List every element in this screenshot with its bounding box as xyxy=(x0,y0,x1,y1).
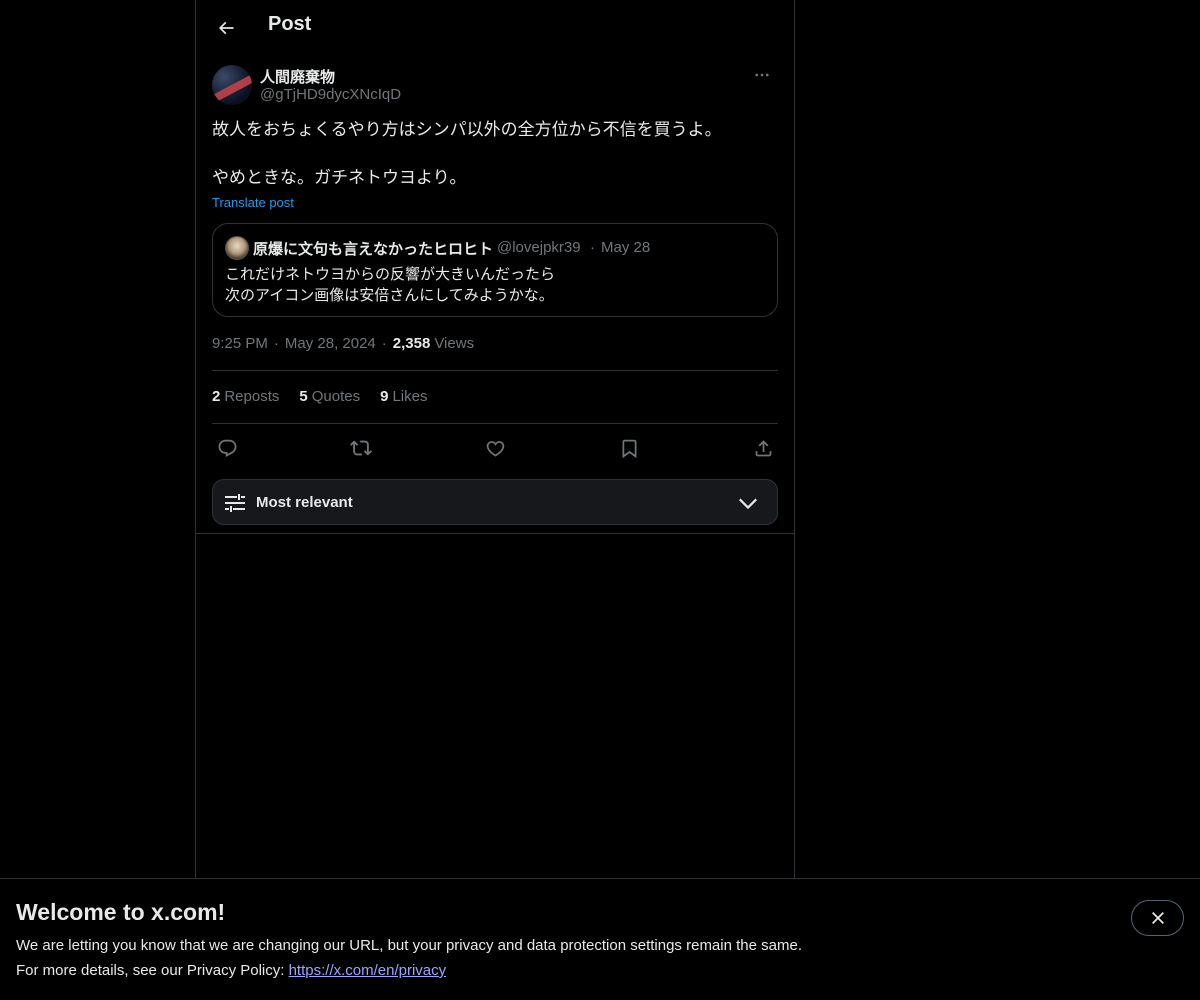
divider xyxy=(196,533,794,534)
sort-label: Most relevant xyxy=(256,494,353,511)
close-banner-button[interactable] xyxy=(1131,900,1184,936)
sort-replies-dropdown[interactable]: Most relevant xyxy=(212,479,778,525)
divider xyxy=(212,423,778,424)
like-button[interactable] xyxy=(479,432,511,464)
post-author: 人間廃棄物 @gTjHD9dycXNcIqD xyxy=(212,64,778,108)
privacy-policy-link[interactable]: https://x.com/en/privacy xyxy=(289,962,447,979)
author-handle[interactable]: @gTjHD9dycXNcIqD xyxy=(260,86,401,103)
post-time[interactable]: 9:25 PM xyxy=(212,335,268,352)
reposts-stat[interactable]: 2 Reposts xyxy=(212,388,279,405)
post-actions xyxy=(212,432,778,464)
translate-post-link[interactable]: Translate post xyxy=(212,195,294,210)
reposts-label: Reposts xyxy=(224,388,280,405)
likes-count: 9 xyxy=(380,388,389,405)
quotes-count: 5 xyxy=(299,388,308,405)
more-options-button[interactable] xyxy=(746,64,778,86)
welcome-banner: Welcome to x.com! We are letting you kno… xyxy=(0,878,1200,1000)
sliders-icon xyxy=(225,494,245,512)
reply-button[interactable] xyxy=(211,432,243,464)
reposts-count: 2 xyxy=(212,388,221,405)
reply-icon xyxy=(218,439,236,457)
like-icon xyxy=(486,440,504,457)
avatar[interactable] xyxy=(212,65,252,105)
banner-privacy-line: For more details, see our Privacy Policy… xyxy=(16,962,446,979)
quoted-separator: · xyxy=(590,239,595,256)
repost-button[interactable] xyxy=(345,432,377,464)
views-count: 2,358 xyxy=(392,335,431,352)
more-icon xyxy=(755,73,769,77)
quotes-stat[interactable]: 5 Quotes xyxy=(299,388,360,405)
meta-separator: · xyxy=(273,335,279,352)
quoted-handle: @lovejpkr39 xyxy=(497,239,581,256)
quoted-avatar xyxy=(225,236,249,260)
banner-title: Welcome to x.com! xyxy=(16,899,226,925)
share-button[interactable] xyxy=(747,432,779,464)
bookmark-icon xyxy=(622,439,636,458)
post-text: 故人をおちょくるやり方はシンパ以外の全方位から不信を買うよ。 やめときな。ガチネ… xyxy=(212,120,722,187)
quoted-text: これだけネトウヨからの反響が大きいんだったら 次のアイコン画像は安倍さんにしてみ… xyxy=(225,266,556,304)
likes-stat[interactable]: 9 Likes xyxy=(380,388,427,405)
banner-privacy-prefix: For more details, see our Privacy Policy… xyxy=(16,962,289,979)
post-column: Post 人間廃棄物 @gTjHD9dycXNcIqD 故人をおちょくるやり方は… xyxy=(195,0,795,880)
chevron-down-icon xyxy=(738,498,758,510)
repost-icon xyxy=(350,440,372,456)
author-display-name[interactable]: 人間廃棄物 xyxy=(260,66,335,87)
post-date[interactable]: May 28, 2024 xyxy=(285,335,376,352)
share-icon xyxy=(755,439,771,456)
quoted-date: May 28 xyxy=(601,239,651,256)
post-meta: 9:25 PM · May 28, 2024 · 2,358 Views xyxy=(212,335,474,352)
back-button[interactable] xyxy=(208,10,244,46)
bookmark-button[interactable] xyxy=(613,432,645,464)
meta-separator: · xyxy=(381,335,387,352)
post-header: Post xyxy=(196,0,794,55)
quotes-label: Quotes xyxy=(311,388,361,405)
banner-message: We are letting you know that we are chan… xyxy=(16,937,802,954)
views-label: Views xyxy=(434,335,475,352)
quoted-post[interactable]: 原爆に文句も言えなかったヒロヒト @lovejpkr39 · May 28 これ… xyxy=(212,223,778,317)
arrow-left-icon xyxy=(218,21,234,35)
page-title: Post xyxy=(268,13,312,35)
likes-label: Likes xyxy=(392,388,428,405)
close-icon xyxy=(1151,912,1164,924)
divider xyxy=(212,370,778,371)
quoted-display-name: 原爆に文句も言えなかったヒロヒト xyxy=(253,241,494,258)
post-stats: 2 Reposts 5 Quotes 9 Likes xyxy=(212,388,447,405)
